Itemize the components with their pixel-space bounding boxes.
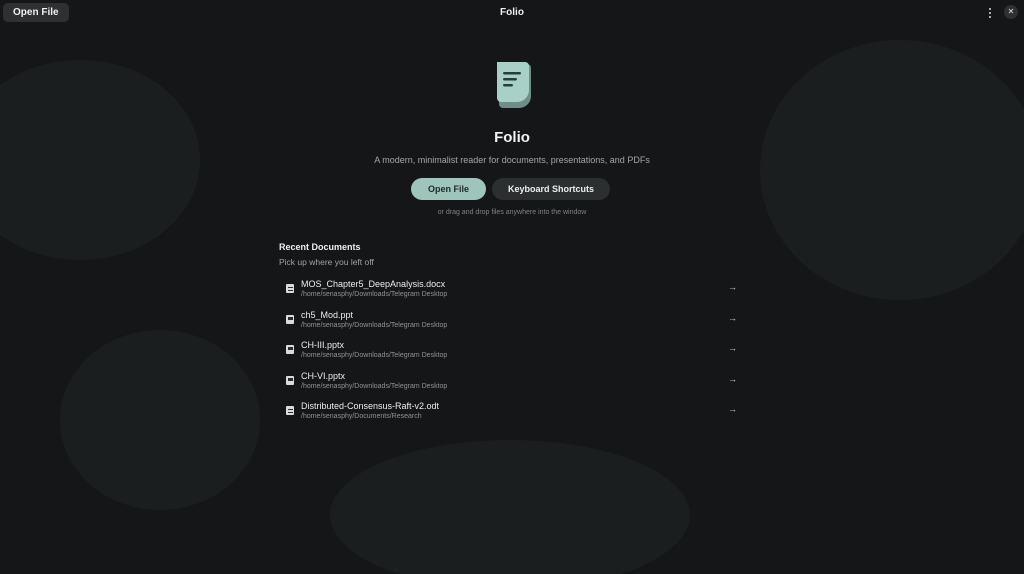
- recent-documents-subtitle: Pick up where you left off: [279, 257, 374, 267]
- vertical-ellipsis-icon[interactable]: [983, 5, 997, 21]
- arrow-right-icon[interactable]: →: [728, 282, 737, 292]
- document-name: ch5_Mod.ppt: [301, 309, 354, 320]
- document-name: MOS_Chapter5_DeepAnalysis.docx: [301, 279, 446, 289]
- recent-document-row[interactable]: CH-VI.pptx /home/senasphy/Downloads/Tele…: [278, 366, 746, 397]
- document-path: /home/senasphy/Documents/Research: [301, 413, 422, 420]
- recent-document-row[interactable]: CH-III.pptx /home/senasphy/Downloads/Tel…: [278, 335, 746, 366]
- header-bar: Open File Folio ✕: [0, 0, 1024, 26]
- recent-document-row[interactable]: MOS_Chapter5_DeepAnalysis.docx /home/sen…: [278, 274, 746, 305]
- app-tagline: A modern, minimalist reader for document…: [374, 155, 650, 165]
- document-path: /home/senasphy/Downloads/Telegram Deskto…: [301, 321, 448, 329]
- document-lines-icon: [497, 62, 531, 108]
- presentation-icon: [286, 375, 294, 385]
- window-title: Folio: [500, 7, 524, 18]
- background-shape: [60, 330, 260, 510]
- document-path: /home/senasphy/Downloads/Telegram Deskto…: [301, 291, 448, 298]
- text-document-icon: [286, 406, 294, 415]
- arrow-right-icon[interactable]: →: [728, 404, 737, 414]
- document-path: /home/senasphy/Downloads/Telegram Deskto…: [301, 382, 448, 390]
- recent-documents-heading: Recent Documents: [279, 242, 361, 252]
- arrow-right-icon[interactable]: →: [728, 374, 737, 384]
- keyboard-shortcuts-button[interactable]: Keyboard Shortcuts: [492, 178, 610, 200]
- presentation-icon: [286, 314, 294, 324]
- presentation-icon: [286, 345, 294, 354]
- document-name: Distributed-Consensus-Raft-v2.odt: [301, 401, 440, 411]
- document-name: CH-VI.pptx: [301, 370, 346, 381]
- recent-document-row[interactable]: ch5_Mod.ppt /home/senasphy/Downloads/Tel…: [278, 305, 746, 336]
- arrow-right-icon[interactable]: →: [728, 313, 737, 323]
- document-name: CH-III.pptx: [301, 340, 345, 350]
- document-path: /home/senasphy/Downloads/Telegram Deskto…: [301, 352, 448, 359]
- background-shape: [330, 440, 690, 574]
- app-name-heading: Folio: [494, 129, 530, 146]
- drag-drop-hint: or drag and drop files anywhere into the…: [437, 209, 587, 216]
- close-icon[interactable]: ✕: [1004, 5, 1018, 19]
- arrow-right-icon[interactable]: →: [728, 343, 737, 353]
- recent-documents-list: MOS_Chapter5_DeepAnalysis.docx /home/sen…: [278, 274, 746, 427]
- open-file-primary-button[interactable]: Open File: [411, 178, 486, 200]
- background-shape: [760, 40, 1024, 300]
- recent-document-row[interactable]: Distributed-Consensus-Raft-v2.odt /home/…: [278, 396, 746, 427]
- text-document-icon: [286, 284, 294, 293]
